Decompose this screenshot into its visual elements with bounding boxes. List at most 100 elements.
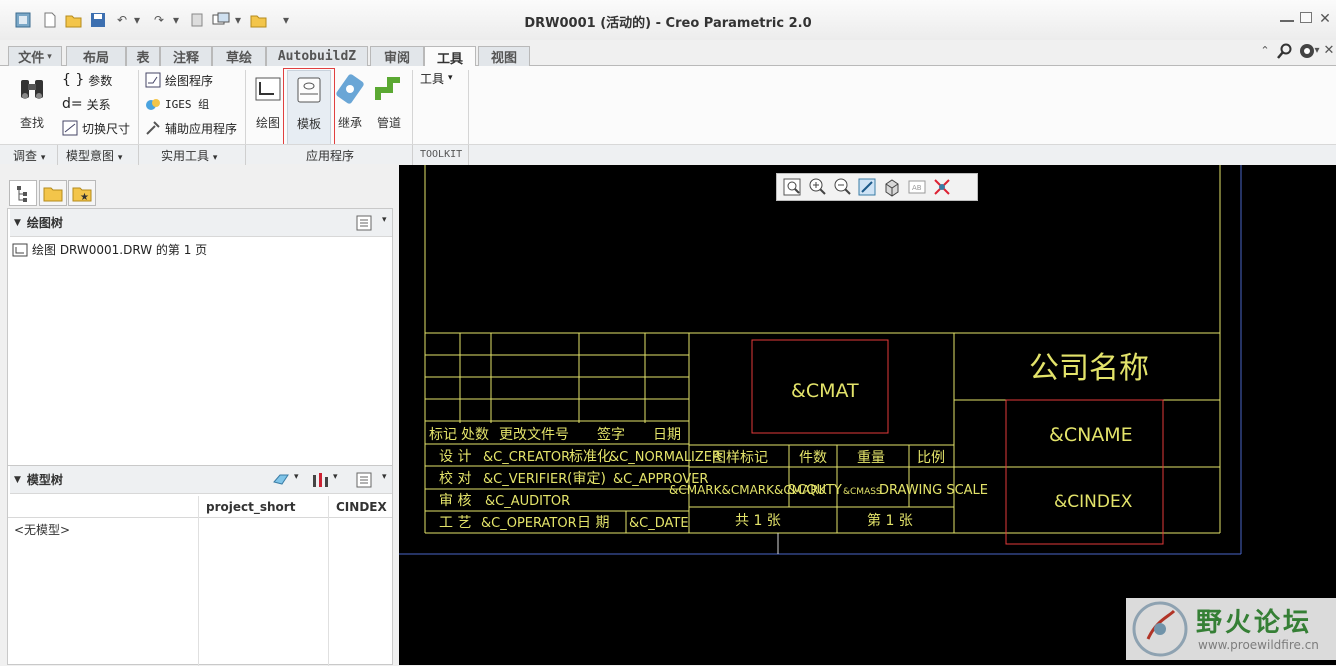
param-cname: &CNAME <box>1049 424 1133 446</box>
zoom-out-icon[interactable] <box>831 176 853 198</box>
label-total-sheets: 共 1 张 <box>735 513 781 529</box>
annotation-display-icon[interactable]: AB <box>906 176 928 198</box>
model-tree-columns: project_short CINDEX <box>8 496 392 666</box>
close-ribbon-icon[interactable]: ✕ <box>1320 42 1336 59</box>
drawing-sheet-icon <box>12 243 28 256</box>
piping-button[interactable]: 管道 <box>371 70 407 148</box>
ribbon-group-bar: 调查 ▾ 模型意图 ▾ 实用工具 ▾ 应用程序 TOOLKIT <box>0 144 1336 165</box>
tab-folder-browser[interactable] <box>39 180 67 206</box>
tab-review[interactable]: 审阅 <box>370 46 424 66</box>
param-verifier: &C_VERIFIER <box>483 472 567 487</box>
label-process: 工 艺 <box>439 515 471 531</box>
watermark-text: 野火论坛 <box>1196 608 1313 638</box>
watermark-logo: 野火论坛 www.proewildfire.cn <box>1126 598 1336 660</box>
graphics-window[interactable]: 标记 处数 更改文件号 签字 日期 设 计 &C_CREATOR 标准化 &C_… <box>399 165 1336 665</box>
ribbon-tabs: 文件 ▾ 布局 表 注释 草绘 AutobuildZ 审阅 工具 视图 ⌃ ▾ ✕ <box>0 42 1336 67</box>
group-investigate[interactable]: 调查 ▾ <box>13 147 45 164</box>
tab-favorites[interactable]: ★ <box>68 180 96 206</box>
column-divider <box>198 496 199 666</box>
datum-display-icon[interactable] <box>931 176 953 198</box>
drawing-tree: ▼ 绘图树 ▾ 绘图 DRW0001.DRW 的第 1 页 <box>7 208 393 508</box>
switch-dims-button[interactable]: 切换尺寸 <box>62 118 130 138</box>
model-tree: ▼ 模型树 ▾ ▾ ▾ project_short CINDEX <无模型> <box>7 465 393 666</box>
tab-table[interactable]: 表 <box>126 46 160 66</box>
group-model-intent[interactable]: 模型意图 ▾ <box>66 147 122 164</box>
tab-annotate[interactable]: 注释 <box>160 46 212 66</box>
column-header-cindex[interactable]: CINDEX <box>336 500 387 514</box>
binoculars-icon <box>21 80 43 99</box>
repaint-icon[interactable] <box>856 176 878 198</box>
file-menu[interactable]: 文件 ▾ <box>8 46 62 66</box>
refit-icon[interactable] <box>781 176 803 198</box>
wrench-icon <box>146 121 160 135</box>
search-icon[interactable] <box>1276 42 1294 59</box>
show-dropdown-icon[interactable]: ▾ <box>294 472 299 482</box>
tab-layout[interactable]: 布局 <box>66 46 126 66</box>
collapse-icon[interactable]: ▼ <box>14 475 21 485</box>
group-divider <box>57 145 58 165</box>
display-style-icon[interactable] <box>881 176 903 198</box>
drawing-button[interactable]: 绘图 <box>250 70 286 148</box>
label-design: 设 计 <box>439 449 471 465</box>
relations-icon: d= <box>62 96 83 112</box>
param-creator: &C_CREATOR <box>483 450 570 465</box>
folder-icon <box>43 187 63 202</box>
find-button[interactable]: 查找 <box>12 70 52 148</box>
settings-list-icon[interactable] <box>356 472 374 491</box>
tools-dropdown[interactable]: 工具 ▾ <box>420 68 453 88</box>
tree-filters-icon[interactable] <box>310 471 330 492</box>
zoom-in-icon[interactable] <box>806 176 828 198</box>
chevron-down-icon: ▾ <box>117 153 123 163</box>
param-cindex: &CINDEX <box>1054 492 1133 512</box>
tab-view[interactable]: 视图 <box>478 46 530 66</box>
drawing-program-button[interactable]: 绘图程序 <box>145 70 213 90</box>
aux-apps-button[interactable]: 辅助应用程序 <box>145 118 237 138</box>
collapse-icon[interactable]: ▼ <box>14 218 21 228</box>
minimize-button[interactable] <box>1280 12 1294 22</box>
param-auditor: &C_AUDITOR <box>485 494 570 509</box>
settings-list-icon[interactable] <box>356 215 374 234</box>
group-divider <box>468 145 469 165</box>
param-cmat: &CMAT <box>791 380 859 402</box>
tab-sketch[interactable]: 草绘 <box>212 46 266 66</box>
group-divider <box>245 145 246 165</box>
favorites-icon: ★ <box>72 187 92 203</box>
tab-model-tree[interactable] <box>9 180 37 206</box>
group-utilities[interactable]: 实用工具 ▾ <box>161 147 217 164</box>
inherit-button[interactable]: 继承 <box>332 70 368 148</box>
param-operator: &C_OPERATOR <box>481 516 577 531</box>
model-tree-header: ▼ 模型树 ▾ ▾ ▾ <box>10 466 392 494</box>
watermark-emblem-icon <box>1132 601 1188 657</box>
watermark-url: www.proewildfire.cn <box>1198 638 1319 652</box>
label-sample-mark: 图样标记 <box>712 450 768 466</box>
group-applications: 应用程序 <box>306 149 355 163</box>
inherit-icon <box>336 74 364 104</box>
label-verify: 校 对 <box>439 470 471 487</box>
close-button[interactable]: ✕ <box>1318 10 1332 27</box>
title-bar: ↶ ▾ ↷ ▾ ▾ ▾ DRW0001 (活动的) - Creo Paramet… <box>0 0 1336 40</box>
company-name: 公司名称 <box>1029 351 1149 386</box>
label-date: 日 期 <box>577 515 609 531</box>
switch-dims-icon <box>62 120 78 136</box>
rev-header-sign: 签字 <box>597 426 625 443</box>
maximize-button[interactable] <box>1300 12 1312 23</box>
show-icon[interactable] <box>272 472 290 491</box>
label-approve: (审定) <box>567 471 606 487</box>
empty-model-text: <无模型> <box>14 523 71 537</box>
tab-autobuildz[interactable]: AutobuildZ <box>266 46 368 66</box>
label-qty: 件数 <box>799 450 827 466</box>
settings-dropdown-icon[interactable]: ▾ <box>382 215 387 225</box>
tab-tools[interactable]: 工具 <box>424 46 476 67</box>
iges-group-button[interactable]: IGES 组 <box>145 94 209 114</box>
tree-icon <box>17 186 27 202</box>
column-header-project-short[interactable]: project_short <box>206 500 295 514</box>
tree-item-drawing[interactable]: 绘图 DRW0001.DRW 的第 1 页 <box>12 241 207 258</box>
filters-dropdown-icon[interactable]: ▾ <box>333 472 338 482</box>
chevron-down-icon: ▾ <box>212 153 218 163</box>
collapse-ribbon-icon[interactable]: ⌃ <box>1256 42 1274 59</box>
rev-header-count: 处数 <box>461 427 489 443</box>
params-button[interactable]: { } 参数 <box>62 70 112 90</box>
settings-dropdown-icon[interactable]: ▾ <box>382 472 387 482</box>
relations-button[interactable]: d= 关系 <box>62 94 111 114</box>
group-divider <box>412 145 413 165</box>
